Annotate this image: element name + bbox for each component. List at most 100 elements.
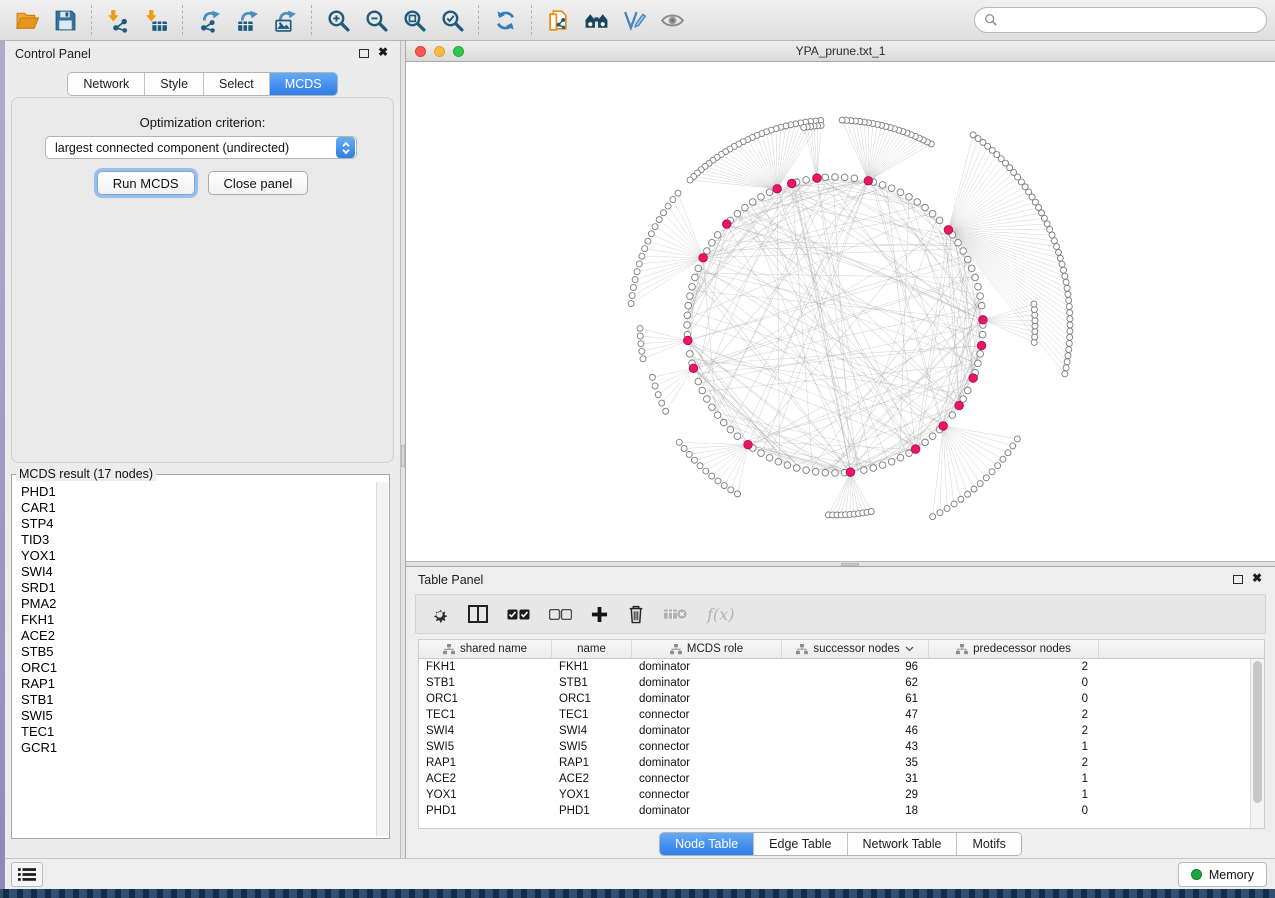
mcds-result-item[interactable]: ACE2 — [14, 628, 375, 644]
mcds-result-item[interactable]: STB1 — [14, 692, 375, 708]
select-all-columns-button[interactable] — [507, 609, 530, 620]
table-cell: RAP1 — [552, 755, 632, 771]
table-row[interactable]: SWI4SWI4dominator462 — [419, 723, 1250, 739]
mcds-result-item[interactable]: CAR1 — [14, 500, 375, 516]
import-table-button[interactable] — [137, 3, 175, 37]
open-folder-icon — [15, 8, 40, 33]
tab-node-table[interactable]: Node Table — [660, 833, 754, 855]
mcds-result-item[interactable]: STP4 — [14, 516, 375, 532]
tab-network[interactable]: Network — [68, 73, 145, 95]
table-cell: YOX1 — [419, 787, 552, 803]
table-cell: connector — [632, 771, 782, 787]
mcds-result-item[interactable]: TEC1 — [14, 724, 375, 740]
vizmapper-button[interactable] — [615, 3, 653, 37]
add-column-button[interactable] — [591, 606, 608, 623]
tab-select[interactable]: Select — [204, 73, 270, 95]
run-mcds-button[interactable]: Run MCDS — [97, 171, 195, 195]
result-list-scrollbar[interactable] — [376, 482, 388, 836]
table-row[interactable]: FKH1FKH1dominator962 — [419, 659, 1250, 675]
scrollbar-thumb[interactable] — [1253, 661, 1262, 803]
float-panel-icon[interactable] — [359, 49, 369, 58]
zoom-out-icon — [364, 8, 389, 33]
deselect-all-columns-button[interactable] — [549, 609, 572, 620]
delete-column-button[interactable] — [627, 604, 645, 624]
table-cell: dominator — [632, 659, 782, 675]
attribute-icon — [443, 644, 455, 655]
close-panel-icon[interactable]: ✖ — [1252, 571, 1262, 585]
mcds-result-item[interactable]: YOX1 — [14, 548, 375, 564]
memory-button[interactable]: Memory — [1178, 862, 1267, 887]
zoom-in-button[interactable] — [319, 3, 357, 37]
memory-label: Memory — [1209, 868, 1254, 882]
table-row[interactable]: STB1STB1dominator620 — [419, 675, 1250, 691]
float-panel-icon[interactable] — [1233, 575, 1243, 584]
mcds-result-item[interactable]: RAP1 — [14, 676, 375, 692]
mcds-result-item[interactable]: PMA2 — [14, 596, 375, 612]
show-graphics-details-button[interactable] — [653, 3, 691, 37]
mcds-result-item[interactable]: ORC1 — [14, 660, 375, 676]
import-network-button[interactable] — [99, 3, 137, 37]
control-panel-tabs: Network Style Select MCDS — [5, 72, 400, 96]
export-image-button[interactable] — [266, 3, 304, 37]
tab-edge-table[interactable]: Edge Table — [754, 833, 847, 855]
toolbar-separator — [311, 5, 312, 35]
mcds-result-item[interactable]: GCR1 — [14, 740, 375, 756]
sort-descending-icon — [905, 646, 914, 652]
mcds-result-item[interactable]: SRD1 — [14, 580, 375, 596]
export-network-button[interactable] — [190, 3, 228, 37]
tab-motifs[interactable]: Motifs — [957, 833, 1020, 855]
control-panel-title: Control Panel — [15, 47, 91, 61]
find-neighbors-button[interactable] — [577, 3, 615, 37]
export-table-button[interactable] — [228, 3, 266, 37]
column-header-mcds-role[interactable]: MCDS role — [632, 640, 782, 658]
table-row[interactable]: PHD1PHD1dominator180 — [419, 803, 1250, 819]
refresh-layout-button[interactable] — [486, 3, 524, 37]
table-row[interactable]: TEC1TEC1connector472 — [419, 707, 1250, 723]
tab-network-table[interactable]: Network Table — [848, 833, 958, 855]
table-row[interactable]: ACE2ACE2connector311 — [419, 771, 1250, 787]
zoom-out-button[interactable] — [357, 3, 395, 37]
main-toolbar — [0, 0, 1275, 41]
close-panel-button[interactable]: Close panel — [208, 171, 309, 195]
mcds-result-item[interactable]: TID3 — [14, 532, 375, 548]
table-cell: 0 — [929, 675, 1099, 691]
mcds-result-item[interactable]: PHD1 — [14, 484, 375, 500]
delete-table-button[interactable] — [664, 607, 688, 621]
mcds-panel: Optimization criterion: largest connecte… — [11, 97, 394, 463]
zoom-selected-button[interactable] — [433, 3, 471, 37]
tab-mcds[interactable]: MCDS — [270, 73, 337, 95]
table-row[interactable]: SWI5SWI5connector431 — [419, 739, 1250, 755]
optimization-criterion-select[interactable]: largest connected component (undirected) — [45, 136, 357, 159]
network-window-titlebar[interactable]: YPA_prune.txt_1 — [406, 41, 1275, 62]
split-view-button[interactable] — [468, 605, 488, 623]
column-header-shared-name[interactable]: shared name — [419, 640, 552, 658]
table-row[interactable]: RAP1RAP1dominator352 — [419, 755, 1250, 771]
save-session-button[interactable] — [46, 3, 84, 37]
tab-style[interactable]: Style — [145, 73, 204, 95]
export-image-icon — [273, 8, 298, 33]
clone-network-button[interactable] — [539, 3, 577, 37]
mcds-result-item[interactable]: SWI4 — [14, 564, 375, 580]
column-header-name[interactable]: name — [552, 640, 632, 658]
splitter-grip[interactable] — [401, 445, 405, 467]
table-cell: 31 — [782, 771, 929, 787]
splitter-grip[interactable] — [841, 563, 859, 566]
network-canvas[interactable] — [406, 62, 1275, 561]
search-input[interactable] — [998, 10, 1257, 30]
close-panel-icon[interactable]: ✖ — [378, 45, 388, 59]
mcds-result-item[interactable]: SWI5 — [14, 708, 375, 724]
column-settings-button[interactable] — [430, 605, 449, 624]
desktop: Control Panel ✖ Network Style Select MCD… — [0, 0, 1275, 898]
mcds-result-item[interactable]: STB5 — [14, 644, 375, 660]
open-session-button[interactable] — [8, 3, 46, 37]
zoom-fit-button[interactable] — [395, 3, 433, 37]
function-builder-button[interactable]: f(x) — [707, 605, 734, 624]
table-scrollbar[interactable] — [1250, 659, 1264, 828]
import-table-icon — [144, 8, 169, 33]
table-row[interactable]: YOX1YOX1connector291 — [419, 787, 1250, 803]
table-row[interactable]: ORC1ORC1dominator610 — [419, 691, 1250, 707]
task-history-button[interactable] — [11, 862, 43, 887]
column-header-successor-nodes[interactable]: successor nodes — [782, 640, 929, 658]
column-header-predecessor-nodes[interactable]: predecessor nodes — [929, 640, 1099, 658]
mcds-result-item[interactable]: FKH1 — [14, 612, 375, 628]
